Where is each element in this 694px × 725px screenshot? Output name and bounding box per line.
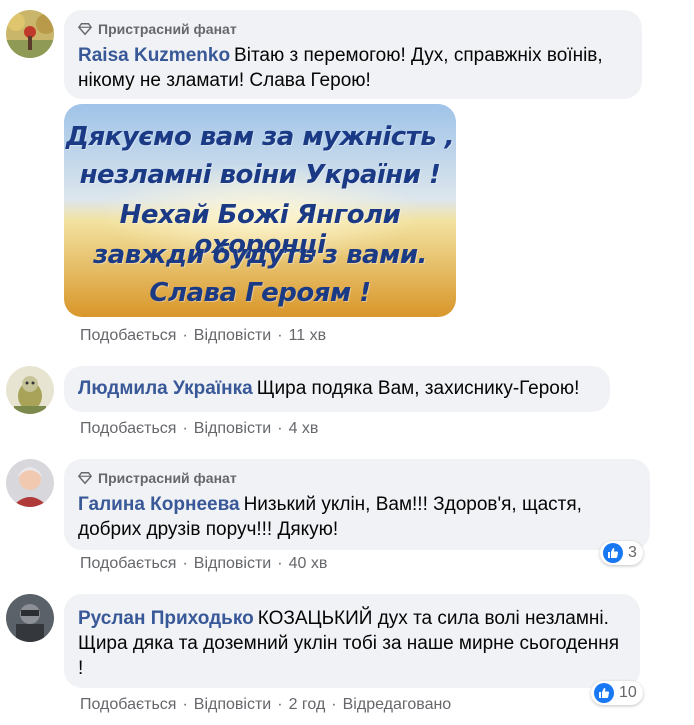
comment-bubble: Пристрасний фанат Галина Корнеева Низький… [64, 459, 650, 550]
reply-link[interactable]: Відповісти [194, 420, 271, 438]
fan-badge: Пристрасний фанат [78, 468, 636, 488]
comment-actions: Подобається · Відповісти · 11 хв [80, 327, 327, 345]
timestamp[interactable]: 2 год [289, 696, 326, 714]
image-text-line: Слава Героям ! [149, 278, 371, 308]
like-link[interactable]: Подобається [80, 696, 176, 714]
timestamp[interactable]: 11 хв [289, 327, 327, 345]
reaction-count[interactable]: 10 [591, 681, 643, 705]
like-icon [603, 543, 623, 563]
reaction-number: 3 [628, 544, 637, 561]
fan-badge: Пристрасний фанат [78, 19, 628, 39]
reply-link[interactable]: Відповісти [194, 327, 271, 345]
avatar[interactable] [6, 10, 54, 58]
diamond-icon [78, 23, 92, 36]
avatar[interactable] [6, 459, 54, 507]
comment-actions: Подобається · Відповісти · 40 хв [80, 555, 328, 573]
avatar[interactable] [6, 594, 54, 642]
image-text-line: незламні воіни України ! [79, 160, 441, 190]
comment-author[interactable]: Raisa Kuzmenko [78, 45, 230, 66]
reply-link[interactable]: Відповісти [194, 555, 271, 573]
badge-label: Пристрасний фанат [98, 470, 237, 486]
badge-label: Пристрасний фанат [98, 21, 237, 37]
reply-link[interactable]: Відповісти [194, 696, 271, 714]
edited-label[interactable]: Відредаговано [343, 696, 452, 714]
comment-actions: Подобається · Відповісти · 4 хв [80, 420, 319, 438]
reaction-number: 10 [619, 684, 637, 701]
reaction-count[interactable]: 3 [600, 541, 643, 565]
avatar[interactable] [6, 366, 54, 414]
comment-author[interactable]: Людмила Українка [78, 378, 253, 399]
comment-author[interactable]: Руслан Приходько [78, 608, 254, 629]
like-link[interactable]: Подобається [80, 420, 176, 438]
like-link[interactable]: Подобається [80, 555, 176, 573]
comment-bubble: Людмила Українка Щира подяка Вам, захисни… [64, 366, 610, 412]
comment-actions: Подобається · Відповісти · 2 год · Відредаг… [80, 696, 452, 714]
image-text-line: завжди будуть з вами. [93, 240, 427, 270]
diamond-icon [78, 472, 92, 485]
comment-image[interactable]: Дякуємо вам за мужність , незламні воіни… [64, 104, 456, 317]
comment-bubble: Руслан Приходько КОЗАЦЬКИЙ дух та сила во… [64, 594, 640, 688]
comment-text: Щира подяка Вам, захиснику-Герою! [256, 378, 580, 399]
comment-bubble: Пристрасний фанат Raisa Kuzmenko Вітаю з … [64, 10, 642, 99]
image-text-line: Дякуємо вам за мужність , [65, 122, 455, 152]
like-link[interactable]: Подобається [80, 327, 176, 345]
timestamp[interactable]: 40 хв [289, 555, 328, 573]
timestamp[interactable]: 4 хв [289, 420, 319, 438]
comment-author[interactable]: Галина Корнеева [78, 494, 240, 515]
like-icon [594, 683, 614, 703]
